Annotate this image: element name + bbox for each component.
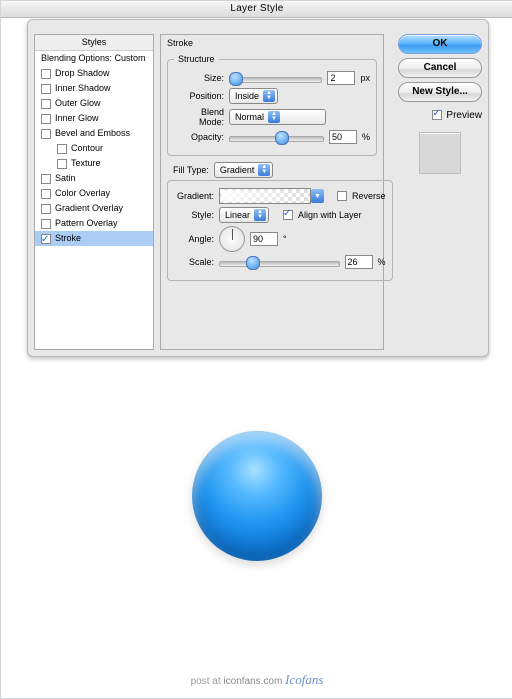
preview-label: Preview [446,110,482,121]
sidebar-item-label: Inner Shadow [55,81,111,96]
sidebar-item-label: Outer Glow [55,96,101,111]
scale-slider[interactable] [219,256,340,268]
new-style-button[interactable]: New Style... [398,82,482,102]
style-label: Style: [174,210,214,220]
ok-button[interactable]: OK [398,34,482,54]
structure-legend: Structure [174,54,219,64]
footer-brand: Icofans [285,672,323,687]
sidebar-item-inner-glow[interactable]: Inner Glow [35,111,153,126]
sidebar-item-bevel-and-emboss[interactable]: Bevel and Emboss [35,126,153,141]
position-label: Position: [174,91,224,101]
angle-label: Angle: [174,234,214,244]
preview-swatch [419,132,461,174]
stroke-panel: Stroke Structure Size: 2 px Position: In… [160,34,384,350]
align-checkbox[interactable] [283,210,293,220]
sidebar-item-label: Bevel and Emboss [55,126,130,141]
checkbox-icon[interactable] [57,144,67,154]
checkbox-icon[interactable] [57,159,67,169]
size-slider[interactable] [229,72,322,84]
opacity-input[interactable]: 50 [329,130,357,144]
sidebar-item-label: Satin [55,171,76,186]
checkbox-icon[interactable] [41,174,51,184]
styles-sidebar: Styles Blending Options: Custom Drop Sha… [34,34,154,350]
result-orb [192,431,322,561]
fill-type-label: Fill Type: [173,165,209,175]
opacity-label: Opacity: [174,132,224,142]
scale-unit: % [378,257,386,267]
scale-label: Scale: [174,257,214,267]
size-unit: px [360,73,370,83]
opacity-unit: % [362,132,370,142]
sidebar-item-satin[interactable]: Satin [35,171,153,186]
updown-icon: ▲▼ [268,111,280,123]
preview-checkbox[interactable] [432,110,442,120]
checkbox-icon[interactable] [41,129,51,139]
sidebar-header[interactable]: Styles [35,35,153,51]
layer-style-dialog: Styles Blending Options: Custom Drop Sha… [27,19,489,357]
app-frame: Layer Style Styles Blending Options: Cus… [0,0,512,699]
sidebar-item-label: Inner Glow [55,111,99,126]
angle-dial[interactable] [219,226,245,252]
checkbox-icon[interactable] [41,69,51,79]
sidebar-item-outer-glow[interactable]: Outer Glow [35,96,153,111]
sidebar-item-gradient-overlay[interactable]: Gradient Overlay [35,201,153,216]
size-label: Size: [174,73,224,83]
sidebar-item-label: Drop Shadow [55,66,110,81]
sidebar-item-contour[interactable]: Contour [35,141,153,156]
sidebar-item-drop-shadow[interactable]: Drop Shadow [35,66,153,81]
sidebar-item-label: Stroke [55,231,81,246]
position-popup[interactable]: Inside▲▼ [229,88,278,104]
cancel-button[interactable]: Cancel [398,58,482,78]
sidebar-item-blending-options[interactable]: Blending Options: Custom [35,51,153,66]
opacity-slider[interactable] [229,131,324,143]
checkbox-icon[interactable] [41,234,51,244]
size-input[interactable]: 2 [327,71,355,85]
sidebar-item-label: Texture [71,156,101,171]
sidebar-item-texture[interactable]: Texture [35,156,153,171]
gradient-label: Gradient: [174,191,214,201]
align-label: Align with Layer [298,210,362,220]
angle-unit: ° [283,234,287,244]
checkbox-icon[interactable] [41,204,51,214]
sidebar-item-label: Contour [71,141,103,156]
style-popup[interactable]: Linear▲▼ [219,207,269,223]
footer-prefix: post at [191,676,221,687]
footer: post at iconfans.com Icofans [1,672,512,688]
sidebar-item-stroke[interactable]: Stroke [35,231,153,246]
sidebar-item-inner-shadow[interactable]: Inner Shadow [35,81,153,96]
checkbox-icon[interactable] [41,84,51,94]
reverse-label: Reverse [352,191,386,201]
footer-domain: iconfans.com [223,676,282,687]
blend-mode-popup[interactable]: Normal▲▼ [229,109,326,125]
angle-input[interactable]: 90 [250,232,278,246]
window-title: Layer Style [1,1,512,18]
updown-icon: ▲▼ [254,209,266,221]
sidebar-item-color-overlay[interactable]: Color Overlay [35,186,153,201]
gradient-picker[interactable]: ▼ [219,188,311,204]
updown-icon: ▲▼ [263,90,275,102]
panel-title: Stroke [161,35,383,48]
reverse-checkbox[interactable] [337,191,347,201]
sidebar-item-label: Gradient Overlay [55,201,123,216]
checkbox-icon[interactable] [41,219,51,229]
sidebar-item-label: Pattern Overlay [55,216,118,231]
sidebar-item-pattern-overlay[interactable]: Pattern Overlay [35,216,153,231]
dropdown-icon[interactable]: ▼ [311,189,324,203]
checkbox-icon[interactable] [41,114,51,124]
fill-group: Gradient: ▼ Reverse Style: Linear▲▼ Alig… [167,180,393,281]
structure-group: Structure Size: 2 px Position: Inside▲▼ … [167,54,377,156]
fill-type-popup[interactable]: Gradient▲▼ [214,162,274,178]
dialog-buttons: OK Cancel New Style... Preview [398,34,482,174]
sidebar-item-label: Color Overlay [55,186,110,201]
checkbox-icon[interactable] [41,99,51,109]
checkbox-icon[interactable] [41,189,51,199]
scale-input[interactable]: 26 [345,255,373,269]
updown-icon: ▲▼ [258,164,270,176]
blend-mode-label: Blend Mode: [174,107,224,127]
